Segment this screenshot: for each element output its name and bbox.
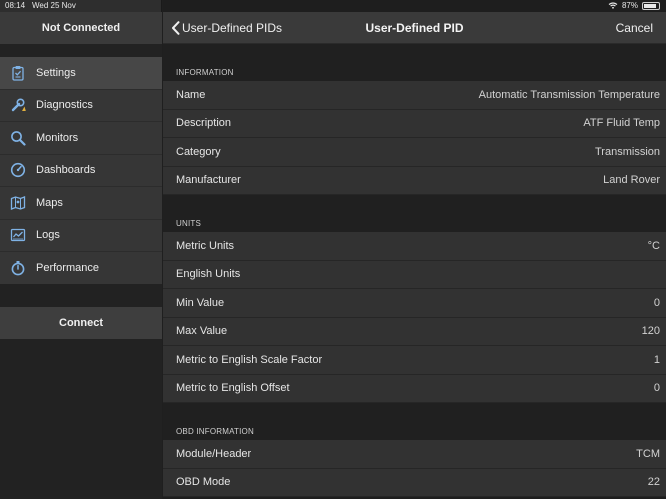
status-bar: 08:14 Wed 25 Nov 87% xyxy=(0,0,666,12)
status-right: 87% xyxy=(608,1,660,10)
sidebar-item-label: Logs xyxy=(36,229,60,242)
min-value-row[interactable]: Min Value 0 xyxy=(163,289,666,318)
battery-icon xyxy=(642,1,660,10)
category-row[interactable]: Category Transmission xyxy=(163,138,666,167)
row-label: Category xyxy=(176,145,221,158)
magnifier-icon xyxy=(10,130,26,146)
sidebar-item-label: Diagnostics xyxy=(36,99,93,112)
wifi-icon xyxy=(608,2,618,9)
sidebar-item-diagnostics[interactable]: Diagnostics xyxy=(0,89,162,122)
row-label: Min Value xyxy=(176,296,225,309)
name-row[interactable]: Name Automatic Transmission Temperature xyxy=(163,81,666,110)
row-value: Land Rover xyxy=(603,174,660,187)
section-header-obd-information: OBD INFORMATION xyxy=(163,403,666,440)
sidebar-spacer xyxy=(0,284,162,307)
sidebar: Not Connected Settings Diagnostics Monit… xyxy=(0,0,162,499)
sidebar-nav: Settings Diagnostics Monitors Dashboards… xyxy=(0,57,162,285)
row-label: English Units xyxy=(176,268,241,281)
chart-icon xyxy=(10,227,26,243)
stopwatch-icon xyxy=(10,260,26,276)
clipboard-icon xyxy=(10,65,26,81)
back-button[interactable]: User-Defined PIDs xyxy=(171,12,282,44)
sidebar-item-label: Settings xyxy=(36,66,76,79)
sidebar-item-settings[interactable]: Settings xyxy=(0,57,162,90)
pid-form: INFORMATION Name Automatic Transmission … xyxy=(163,44,666,497)
row-label: Metric to English Scale Factor xyxy=(176,353,323,366)
gauge-icon xyxy=(10,162,26,178)
cancel-button[interactable]: Cancel xyxy=(616,12,653,44)
row-value: 120 xyxy=(641,325,660,338)
offset-row[interactable]: Metric to English Offset 0 xyxy=(163,374,666,403)
sidebar-item-label: Performance xyxy=(36,261,99,274)
row-value: Transmission xyxy=(595,145,660,158)
sidebar-item-label: Maps xyxy=(36,196,63,209)
sidebar-item-label: Dashboards xyxy=(36,164,96,177)
section-header-units: UNITS xyxy=(163,195,666,232)
module-header-row[interactable]: Module/Header TCM xyxy=(163,440,666,469)
row-value: Automatic Transmission Temperature xyxy=(478,88,660,101)
wrench-icon xyxy=(10,97,26,113)
sidebar-item-performance[interactable]: Performance xyxy=(0,252,162,285)
row-value: TCM xyxy=(636,447,660,460)
sidebar-item-maps[interactable]: Maps xyxy=(0,187,162,220)
sidebar-item-monitors[interactable]: Monitors xyxy=(0,122,162,155)
row-value: °C xyxy=(647,239,660,252)
row-value: 0 xyxy=(653,296,660,309)
row-label: Description xyxy=(176,117,232,130)
status-time: 08:14 xyxy=(5,1,26,10)
metric-units-row[interactable]: Metric Units °C xyxy=(163,232,666,261)
sidebar-item-dashboards[interactable]: Dashboards xyxy=(0,154,162,187)
connection-status-title: Not Connected xyxy=(0,12,162,44)
map-icon xyxy=(10,195,26,211)
sidebar-item-label: Monitors xyxy=(36,131,79,144)
battery-percent: 87% xyxy=(621,1,638,10)
sidebar-spacer xyxy=(0,44,162,57)
row-label: Metric Units xyxy=(176,239,235,252)
row-label: Module/Header xyxy=(176,447,252,460)
chevron-left-icon xyxy=(172,21,180,35)
battery-level xyxy=(644,3,657,8)
scale-factor-row[interactable]: Metric to English Scale Factor 1 xyxy=(163,346,666,375)
row-label: OBD Mode xyxy=(176,476,231,489)
description-row[interactable]: Description ATF Fluid Temp xyxy=(163,109,666,138)
row-label: Metric to English Offset xyxy=(176,382,290,395)
row-label: Max Value xyxy=(176,325,228,338)
sidebar-empty-area xyxy=(0,339,162,499)
manufacturer-row[interactable]: Manufacturer Land Rover xyxy=(163,166,666,195)
connect-button[interactable]: Connect xyxy=(0,307,162,339)
back-button-label: User-Defined PIDs xyxy=(182,21,283,35)
row-value: 22 xyxy=(647,476,660,489)
max-value-row[interactable]: Max Value 120 xyxy=(163,317,666,346)
row-value: 0 xyxy=(653,382,660,395)
main-panel: User-Defined PIDs User-Defined PID Cance… xyxy=(163,0,666,499)
row-value: ATF Fluid Temp xyxy=(583,117,660,130)
row-label: Manufacturer xyxy=(176,174,241,187)
sidebar-item-logs[interactable]: Logs xyxy=(0,219,162,252)
navigation-bar: User-Defined PIDs User-Defined PID Cance… xyxy=(163,12,666,44)
status-date: Wed 25 Nov xyxy=(32,1,76,10)
row-value: 1 xyxy=(653,353,660,366)
section-header-information: INFORMATION xyxy=(163,44,666,81)
english-units-row[interactable]: English Units xyxy=(163,260,666,289)
obd-mode-row[interactable]: OBD Mode 22 xyxy=(163,468,666,497)
row-label: Name xyxy=(176,88,206,101)
